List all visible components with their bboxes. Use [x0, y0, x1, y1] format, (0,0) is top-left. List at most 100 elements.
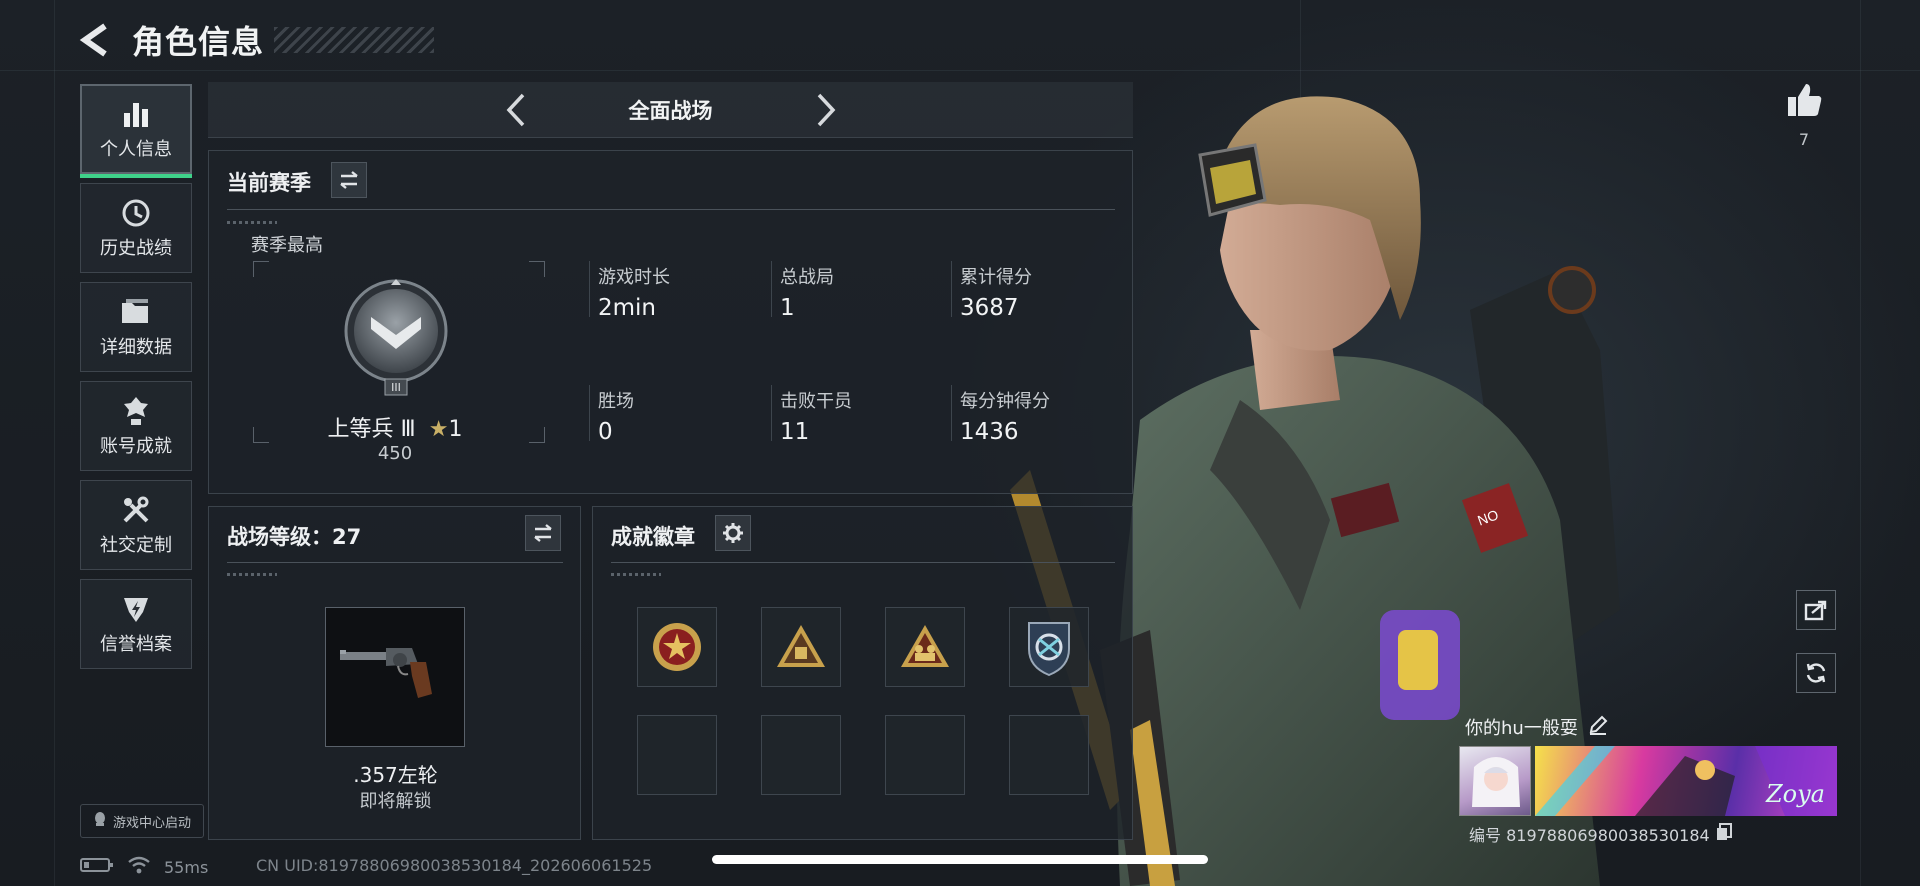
stat-value-wins: 0 [598, 419, 613, 445]
rank-star-icon: ★ [428, 417, 449, 442]
refresh-button[interactable] [1796, 653, 1836, 693]
player-avatar[interactable] [1459, 746, 1531, 816]
achievement-icon [119, 394, 153, 428]
rank-info: 上等兵 Ⅲ ★1 [279, 411, 511, 443]
thumbs-up-icon[interactable] [1782, 80, 1826, 124]
like-count: 7 [1798, 130, 1810, 149]
game-center-launch[interactable]: 游戏中心启动 [80, 804, 204, 838]
stat-value-kills: 11 [780, 419, 810, 445]
badge-slot[interactable] [1009, 607, 1089, 687]
battle-level-switch-button[interactable] [525, 515, 561, 551]
battery-icon [80, 857, 114, 877]
divider [227, 209, 1115, 210]
sidebar-item-social-custom[interactable]: 社交定制 [80, 480, 192, 570]
mode-selector: 全面战场 [208, 82, 1133, 138]
stat-label-total-score: 累计得分 [960, 267, 1032, 288]
divider [611, 562, 1115, 563]
grid-line [0, 70, 1920, 71]
rank-points: 450 [377, 443, 413, 464]
mode-title: 全面战场 [628, 98, 713, 123]
revolver-icon [340, 648, 432, 698]
divider [227, 562, 563, 563]
copy-icon[interactable] [1716, 823, 1732, 845]
stat-separator [951, 385, 952, 441]
stat-separator [589, 261, 590, 317]
player-name-card[interactable]: Zoya [1535, 746, 1837, 816]
edit-pencil-icon[interactable] [1588, 715, 1608, 739]
sidebar-item-label: 个人信息 [100, 139, 172, 160]
season-best-label: 赛季最高 [251, 235, 323, 256]
weapon-preview[interactable] [325, 607, 465, 747]
sidebar-item-credit-record[interactable]: 信誉档案 [80, 579, 192, 669]
header: 角色信息 [78, 18, 435, 62]
status-bar: 55ms [80, 856, 208, 878]
swap-icon [534, 524, 552, 542]
season-title: 当前赛季 [227, 171, 311, 195]
frame-corner [253, 261, 269, 277]
sidebar-item-label: 历史战绩 [100, 238, 172, 259]
history-clock-icon [119, 196, 153, 230]
badge-slot-empty [761, 715, 841, 795]
sidebar-item-label: 信誉档案 [100, 634, 172, 655]
player-name-row: 你的hu一般耍 [1465, 714, 1608, 740]
badge-slot-empty [637, 715, 717, 795]
player-id: 编号 819788069800385301​84 [1469, 826, 1710, 845]
sidebar-item-personal-info[interactable]: 个人信息 [80, 84, 192, 178]
ping-value: 55ms [164, 857, 209, 877]
achievements-panel: 成就徽章 [592, 506, 1133, 840]
refresh-icon [1806, 663, 1826, 683]
badge-slot[interactable] [637, 607, 717, 687]
achievements-title: 成就徽章 [611, 525, 695, 549]
stat-label-total-matches: 总战局 [780, 267, 834, 288]
stat-separator [589, 385, 590, 441]
badge-slot[interactable] [885, 607, 965, 687]
frame-corner [529, 261, 545, 277]
achievements-settings-button[interactable] [715, 515, 751, 551]
divider-dots [611, 573, 661, 576]
stat-label-score-per-minute: 每分钟得分 [960, 391, 1050, 412]
share-button[interactable] [1796, 590, 1836, 630]
stat-separator [771, 385, 772, 441]
next-mode-arrow-icon[interactable] [808, 92, 844, 128]
prev-mode-arrow-icon[interactable] [498, 92, 534, 128]
grid-line [1860, 0, 1861, 886]
season-panel: 当前赛季 赛季最高 III 上等兵 Ⅲ ★1 450 游戏时长 2min 总战局… [208, 150, 1133, 494]
sidebar: 个人信息 历史战绩 详细数据 账号成就 社交定制 信誉档案 [80, 84, 192, 678]
rank-stars: 1 [448, 417, 463, 442]
tools-icon [119, 493, 153, 527]
sidebar-item-account-achievement[interactable]: 账号成就 [80, 381, 192, 471]
badge-slot-empty [1009, 715, 1089, 795]
swap-icon [340, 171, 358, 189]
sidebar-item-detail-data[interactable]: 详细数据 [80, 282, 192, 372]
stat-label-playtime: 游戏时长 [598, 267, 670, 288]
back-arrow-icon[interactable] [78, 20, 114, 60]
frame-corner [529, 427, 545, 443]
card-signature: Zoya [1766, 780, 1825, 808]
sidebar-item-label: 账号成就 [100, 436, 172, 457]
blue-shield-arrows-icon [1028, 622, 1070, 677]
credit-shield-icon [119, 592, 153, 626]
grid-line [54, 0, 55, 886]
stat-value-total-score: 3687 [960, 295, 1019, 321]
sidebar-item-history[interactable]: 历史战绩 [80, 183, 192, 273]
gold-triangle-soldiers-icon [901, 625, 949, 667]
badge-slot[interactable] [761, 607, 841, 687]
divider-dots [227, 573, 277, 576]
like-block: 7 [1782, 80, 1826, 149]
qq-icon [93, 811, 107, 831]
season-switch-button[interactable] [331, 162, 367, 198]
sidebar-item-label: 详细数据 [100, 337, 172, 358]
stat-value-playtime: 2min [598, 295, 657, 321]
svg-text:III: III [391, 381, 401, 394]
weapon-status: 即将解锁 [359, 791, 432, 812]
gold-triangle-crate-icon [777, 625, 825, 667]
stat-separator [771, 261, 772, 317]
title-decoration [274, 27, 435, 53]
page-title: 角色信息 [132, 23, 265, 61]
share-icon [1804, 600, 1827, 621]
weapon-name: .357左轮 [353, 763, 438, 787]
red-star-emblem-icon [653, 623, 701, 671]
home-indicator[interactable] [712, 855, 1208, 864]
stat-label-wins: 胜场 [598, 391, 634, 412]
badge-slot-empty [885, 715, 965, 795]
